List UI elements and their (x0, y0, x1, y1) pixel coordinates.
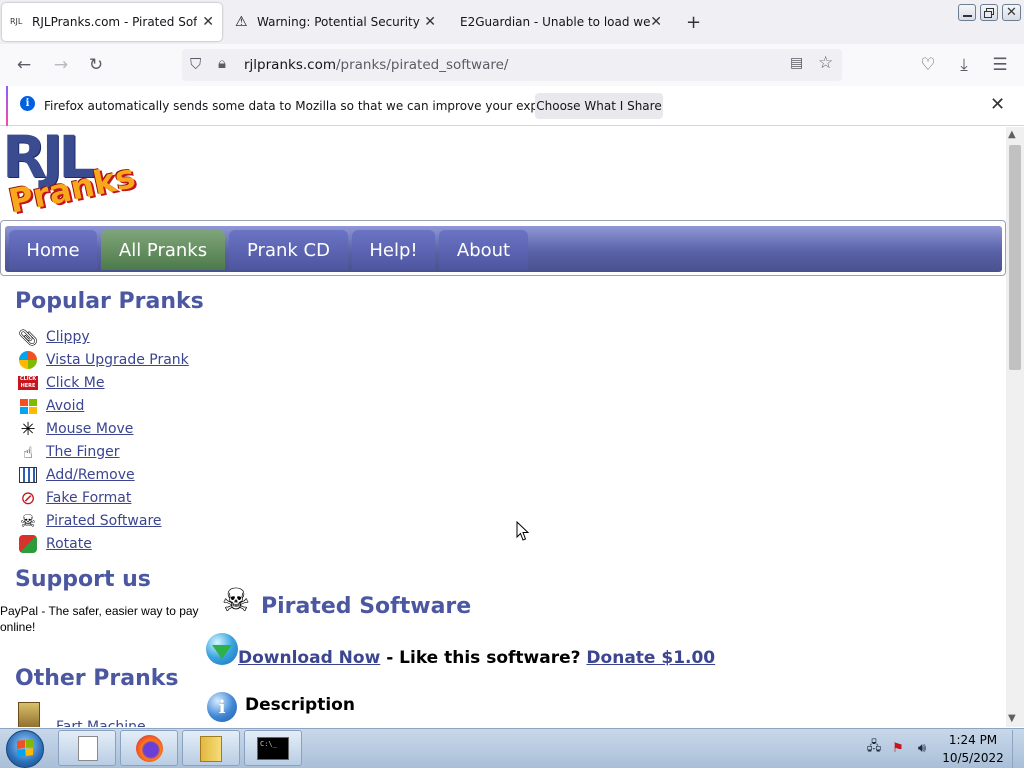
skull-crossbones-icon: ☠ (19, 510, 37, 532)
windows-logo-icon (17, 739, 33, 757)
network-icon[interactable]: 🖧︎ (866, 739, 882, 756)
prank-link[interactable]: Fake Format (46, 490, 131, 506)
menu-prank-cd[interactable]: Prank CD (229, 230, 348, 270)
prank-link[interactable]: Rotate (46, 536, 92, 552)
hamburger-menu-icon[interactable]: ☰ (989, 54, 1011, 76)
show-desktop-button[interactable] (1012, 730, 1024, 768)
taskbar-cmd[interactable]: C:\_ (244, 730, 302, 766)
other-pranks-heading: Other Pranks (15, 666, 179, 691)
warning-icon: ⚠ (235, 14, 248, 30)
forward-arrow-icon[interactable]: → (50, 54, 72, 76)
windows-orb-icon (17, 349, 39, 371)
menu-all-pranks[interactable]: All Pranks (101, 230, 225, 270)
cmd-icon: C:\_ (257, 737, 289, 760)
downloads-icon[interactable]: ⤓ (953, 54, 975, 76)
new-tab-button[interactable]: + (686, 12, 701, 33)
tab-title: Warning: Potential Security Risk Ahead (257, 15, 421, 29)
menu-home[interactable]: Home (9, 230, 97, 270)
download-mid-text: - Like this software? (380, 648, 587, 668)
click-here-icon: CLICK HERE (18, 376, 38, 390)
download-line: Download Now - Like this software? Donat… (238, 648, 715, 668)
rotate-icon (17, 533, 39, 555)
notice-text: Firefox automatically sends some data to… (44, 99, 587, 113)
url-text[interactable]: rjlpranks.com/pranks/pirated_software/ (244, 57, 508, 73)
prank-link[interactable]: Vista Upgrade Prank (46, 352, 189, 368)
prank-link[interactable]: Add/Remove (46, 467, 135, 483)
minimize-button[interactable] (958, 4, 976, 21)
rjl-favicon: RJL (10, 17, 23, 26)
download-arrow-icon (212, 645, 232, 659)
clock-time[interactable]: 1:24 PM (938, 733, 1008, 747)
close-tab-icon[interactable]: ✕ (650, 14, 662, 30)
fart-machine-icon (17, 701, 41, 727)
description-heading: Description (245, 695, 355, 715)
donate-link[interactable]: Donate $1.00 (586, 648, 715, 668)
notice-accent (6, 86, 8, 126)
tab-e2guardian[interactable]: E2Guardian - Unable to load website ✕ (450, 3, 668, 41)
prank-link[interactable]: Fart Machine (56, 719, 146, 727)
address-bar[interactable]: ⛉ 🔒︎ rjlpranks.com/pranks/pirated_softwa… (182, 49, 842, 81)
windows-flag-icon (17, 395, 39, 417)
close-notice-icon[interactable]: ✕ (990, 94, 1005, 115)
choose-what-i-share-button[interactable]: Choose What I Share (535, 93, 663, 119)
paypal-text: PayPal - The safer, easier way to pay on… (0, 604, 199, 634)
tab-security-warning[interactable]: ⚠ Warning: Potential Security Risk Ahead… (226, 3, 444, 41)
page-title: Pirated Software (261, 594, 472, 619)
taskbar-firefox[interactable] (120, 730, 178, 766)
prank-link[interactable]: Clippy (46, 329, 90, 345)
prank-link[interactable]: The Finger (46, 444, 120, 460)
tab-title: E2Guardian - Unable to load website (460, 15, 650, 29)
taskbar-blank-document[interactable] (58, 730, 116, 766)
volume-icon[interactable]: 🔊︎ (914, 740, 930, 756)
url-host: rjlpranks.com (244, 57, 336, 73)
action-center-icon[interactable]: ⚑ (890, 740, 906, 756)
prank-link[interactable]: Mouse Move (46, 421, 133, 437)
close-window-button[interactable]: ✕ (1002, 4, 1021, 21)
move-cursor-icon: ✳ (20, 418, 36, 440)
prank-link[interactable]: Pirated Software (46, 513, 162, 529)
prank-link[interactable]: Avoid (46, 398, 84, 414)
web-content: RJL Pranks Home All Pranks Prank CD Help… (0, 127, 1006, 727)
close-tab-icon[interactable]: ✕ (202, 14, 214, 30)
info-icon: i (207, 692, 237, 722)
pocket-icon[interactable]: ♡ (917, 54, 939, 76)
reload-icon[interactable]: ↻ (85, 54, 107, 76)
paperclip-icon: 📎︎ (17, 327, 39, 347)
scroll-down-icon[interactable]: ▼ (1008, 713, 1016, 724)
bookmark-star-icon[interactable]: ☆ (818, 53, 833, 73)
folder-icon (200, 736, 222, 762)
shield-icon[interactable]: ⛉ (190, 55, 201, 73)
prank-link[interactable]: Click Me (46, 375, 105, 391)
popular-pranks-heading: Popular Pranks (15, 289, 204, 314)
close-tab-icon[interactable]: ✕ (424, 14, 436, 30)
info-icon: i (20, 96, 35, 111)
mouse-cursor-icon (516, 521, 530, 541)
tab-title: RJLPranks.com - Pirated Software (32, 15, 197, 29)
firefox-icon (136, 735, 163, 762)
url-path: /pranks/pirated_software/ (335, 57, 509, 73)
lock-icon[interactable]: 🔒︎ (218, 54, 226, 72)
download-now-link[interactable]: Download Now (238, 648, 380, 668)
document-icon (78, 736, 98, 761)
back-arrow-icon[interactable]: ← (13, 54, 35, 76)
reader-view-icon[interactable]: ▤ (790, 55, 803, 71)
rjl-pranks-logo[interactable]: RJL Pranks (0, 127, 138, 221)
taskbar-explorer[interactable] (182, 730, 240, 766)
skull-crossbones-icon: ☠ (221, 581, 251, 619)
clock-date[interactable]: 10/5/2022 (938, 751, 1008, 765)
hand-pointer-icon: ☝ (23, 442, 33, 462)
scroll-thumb[interactable] (1009, 145, 1021, 370)
menu-help[interactable]: Help! (352, 230, 435, 270)
support-us-heading: Support us (15, 567, 151, 592)
tab-rjlpranks[interactable]: RJL RJLPranks.com - Pirated Software ✕ (2, 3, 222, 41)
restore-button[interactable] (980, 4, 998, 21)
scroll-up-icon[interactable]: ▲ (1008, 129, 1016, 140)
menu-about[interactable]: About (439, 230, 528, 270)
add-remove-programs-icon (17, 464, 39, 486)
no-disk-icon: ⊘ (20, 487, 36, 509)
